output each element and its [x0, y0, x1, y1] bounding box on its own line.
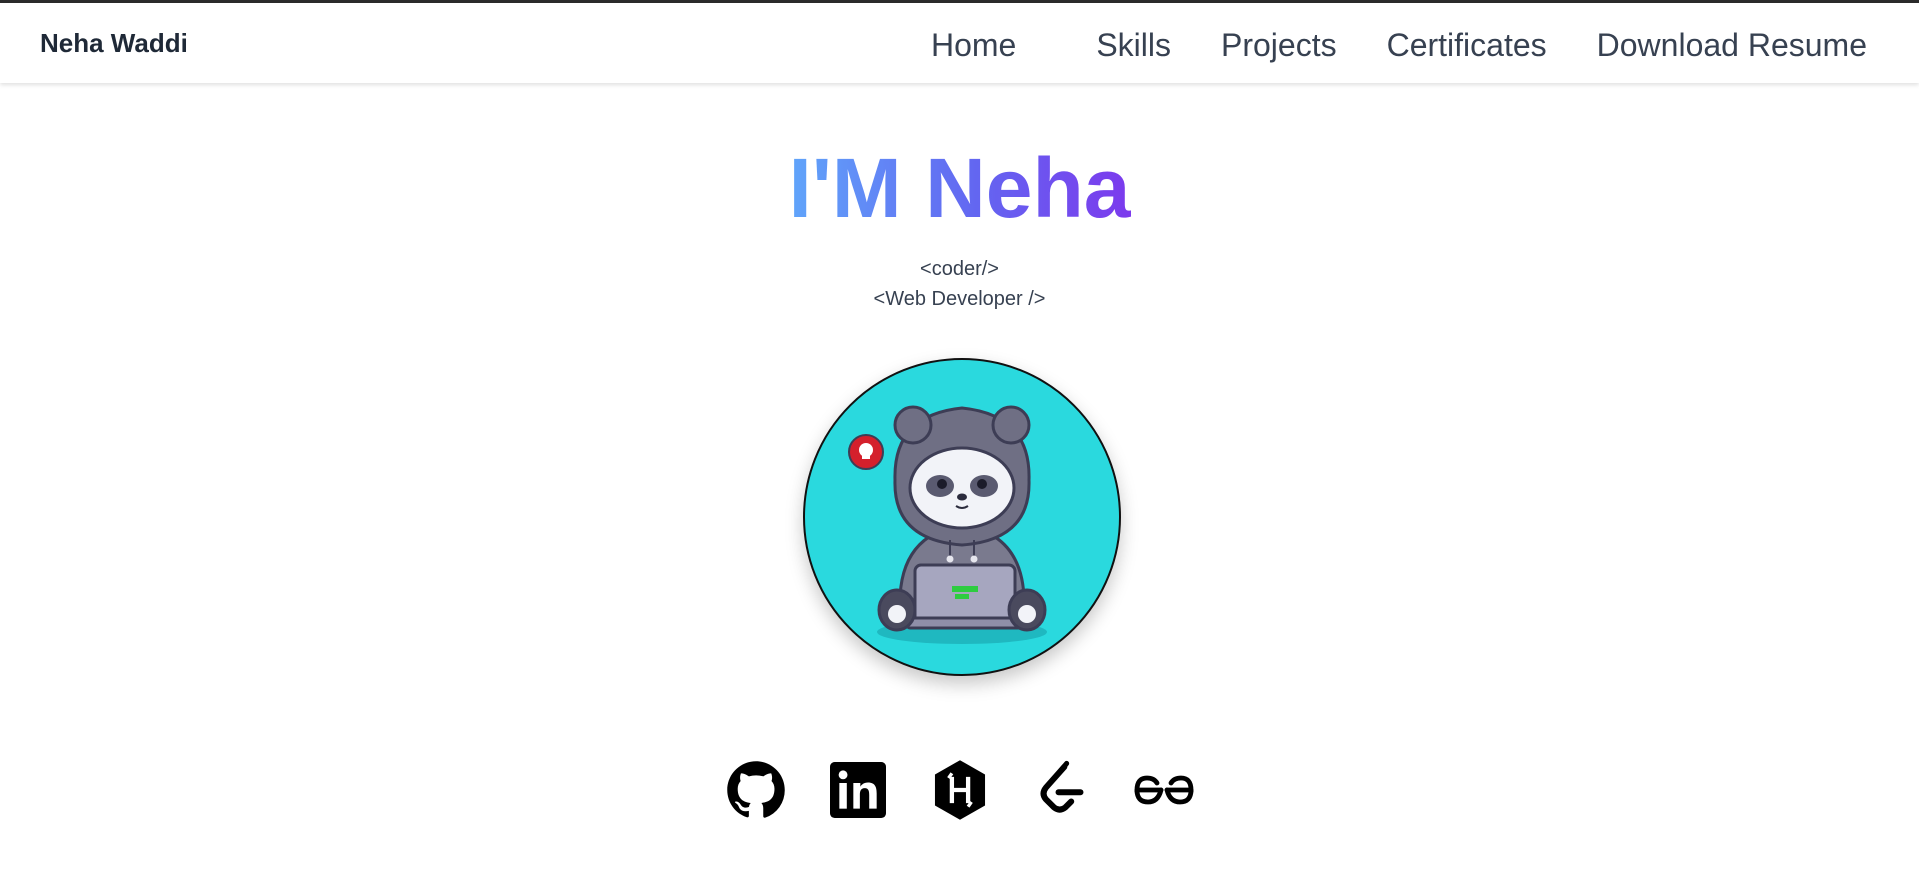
avatar — [803, 358, 1121, 676]
nav-download-resume[interactable]: Download Resume — [1597, 23, 1867, 67]
linkedin-link[interactable] — [826, 758, 890, 822]
hero-title: I'M Neha — [788, 130, 1130, 246]
brand-link[interactable]: Neha Waddi — [40, 28, 188, 59]
github-link[interactable] — [724, 758, 788, 822]
navbar: Neha Waddi Home Skills Projects Certific… — [0, 3, 1919, 83]
leetcode-link[interactable] — [1030, 758, 1094, 822]
nav-projects[interactable]: Projects — [1221, 23, 1337, 67]
linkedin-icon — [829, 762, 886, 818]
hackerrank-icon — [934, 760, 985, 820]
nav-skills[interactable]: Skills — [1096, 23, 1171, 67]
panda-hacker-avatar — [848, 405, 1047, 644]
hackerrank-link[interactable] — [928, 758, 992, 822]
social-links — [0, 758, 1919, 822]
nav-links: Home Skills Projects Certificates Downlo… — [881, 23, 1867, 67]
nav-certificates[interactable]: Certificates — [1387, 23, 1547, 67]
leetcode-icon — [1040, 760, 1083, 813]
hero-section: I'M Neha <coder/> <Web Developer /> — [0, 130, 1919, 314]
geeksforgeeks-icon — [1134, 775, 1193, 805]
geeksforgeeks-link[interactable] — [1132, 758, 1196, 822]
github-icon — [726, 761, 785, 818]
role-web-developer: <Web Developer /> — [873, 288, 1046, 310]
role-coder: <coder/> — [920, 258, 999, 280]
nav-home[interactable]: Home — [931, 23, 1016, 67]
